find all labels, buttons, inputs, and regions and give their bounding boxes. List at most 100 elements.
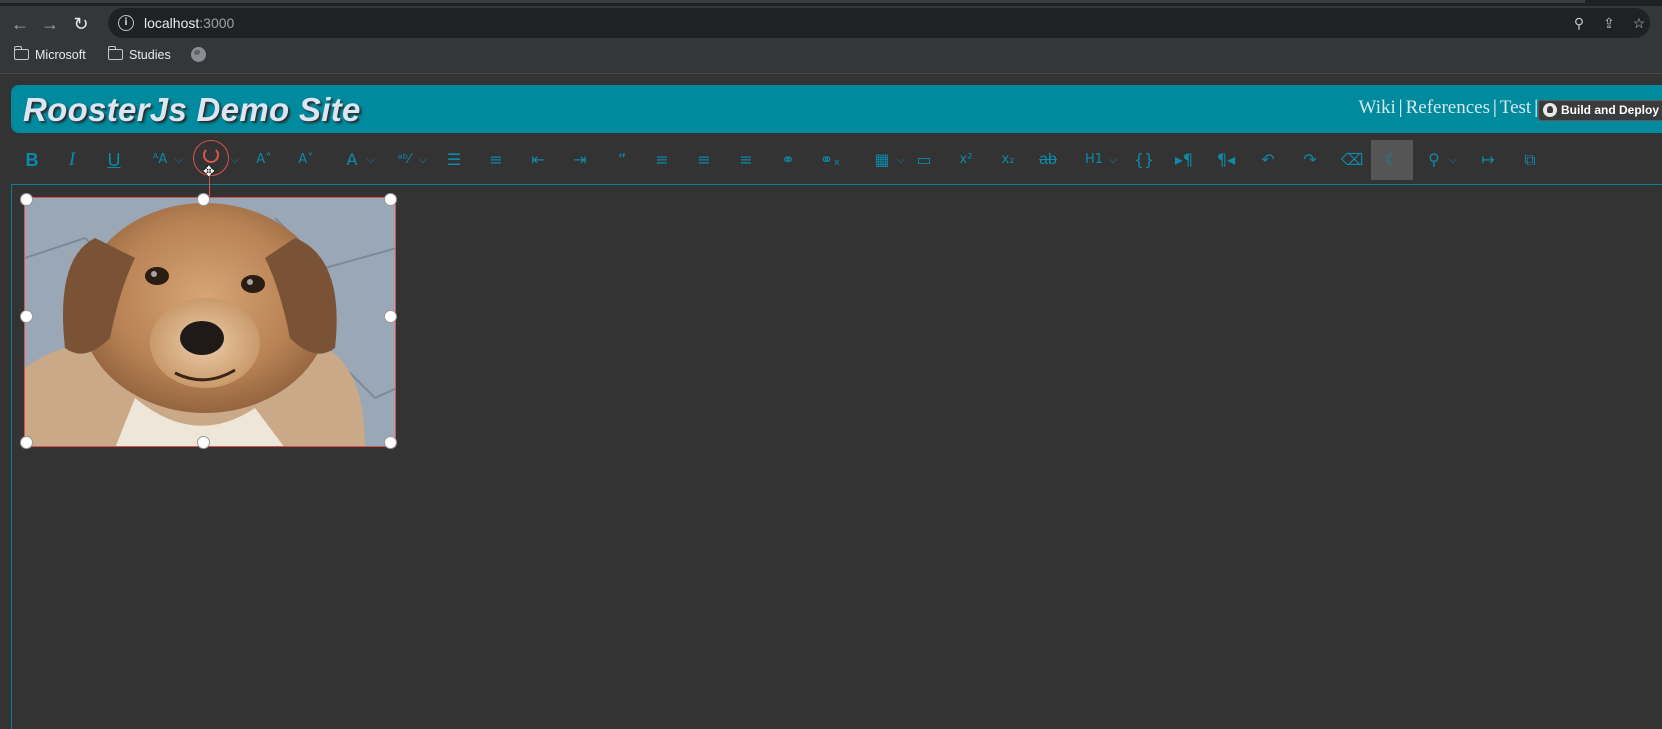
- browser-chrome: ← → ↻ i localhost:3000 ⚲ ⇪ ☆ Microsoft S…: [0, 0, 1662, 74]
- subscript-icon: x₂: [1001, 152, 1015, 167]
- decrease-indent-button[interactable]: ⇤: [517, 140, 559, 180]
- background-color-button[interactable]: ᵃᵇ⁄ ⌵: [379, 140, 429, 180]
- underline-icon: U: [107, 150, 121, 170]
- tab-strip: [0, 0, 1662, 6]
- url-text[interactable]: localhost:3000: [144, 15, 234, 31]
- wiki-link[interactable]: Wiki: [1359, 97, 1396, 118]
- italic-icon: I: [68, 149, 76, 170]
- format-painter-icon: ↦: [1481, 150, 1495, 169]
- decrease-font-size-icon: A˅: [298, 152, 314, 167]
- redo-button[interactable]: ↷: [1289, 140, 1331, 180]
- align-center-icon: ≡: [697, 150, 711, 169]
- bookmark-star-icon[interactable]: ☆: [1630, 14, 1648, 32]
- decrease-font-size-button[interactable]: A˅: [285, 140, 327, 180]
- share-icon[interactable]: ⇪: [1600, 14, 1618, 32]
- code-button[interactable]: {}: [1123, 140, 1165, 180]
- dark-mode-icon: ☾: [1384, 150, 1400, 169]
- title-bar: RoosterJs Demo Site Wiki | References | Test…: [11, 85, 1662, 133]
- info-icon[interactable]: i: [118, 15, 134, 31]
- chevron-down-icon[interactable]: ⌵: [231, 140, 239, 180]
- bold-button[interactable]: B: [11, 140, 53, 180]
- align-left-icon: ≡: [655, 150, 669, 169]
- rtl-button[interactable]: ¶◂: [1205, 140, 1247, 180]
- chevron-down-icon[interactable]: ⌵: [1109, 140, 1117, 180]
- remove-link-button[interactable]: ⚭ₓ: [809, 140, 851, 180]
- insert-image-button[interactable]: ▭: [903, 140, 945, 180]
- italic-button[interactable]: I: [51, 140, 93, 180]
- references-link[interactable]: References: [1406, 97, 1490, 118]
- resize-handle-right[interactable]: [384, 310, 397, 323]
- globe-icon[interactable]: [191, 47, 206, 62]
- zoom-icon: ⚲: [1428, 150, 1440, 169]
- quote-icon: ”: [617, 150, 627, 169]
- numbered-list-button[interactable]: ≡: [475, 140, 517, 180]
- chevron-down-icon[interactable]: ⌵: [367, 140, 375, 180]
- github-icon: [1543, 103, 1557, 117]
- align-center-button[interactable]: ≡: [683, 140, 725, 180]
- zoom-button[interactable]: ⚲ ⌵: [1409, 140, 1459, 180]
- rtl-icon: ¶◂: [1216, 150, 1236, 169]
- move-cursor-icon: ✥: [203, 164, 215, 180]
- increase-font-size-icon: A˄: [256, 152, 272, 167]
- folder-icon: [107, 46, 123, 60]
- folder-icon: [13, 46, 29, 60]
- increase-font-size-button[interactable]: A˄: [243, 140, 285, 180]
- insert-link-icon: ⚭: [781, 150, 795, 169]
- resize-handle-left[interactable]: [20, 310, 33, 323]
- test-link[interactable]: Test: [1500, 97, 1531, 118]
- increase-indent-icon: ⇥: [573, 150, 587, 169]
- popout-button[interactable]: ⧉: [1509, 140, 1551, 180]
- resize-handle-bottom-left[interactable]: [20, 436, 33, 449]
- text-color-icon: A: [346, 150, 358, 169]
- ltr-button[interactable]: ▸¶: [1163, 140, 1205, 180]
- clear-format-button[interactable]: ⌫: [1331, 140, 1373, 180]
- undo-icon: ↶: [1261, 150, 1275, 169]
- build-and-deploy-button[interactable]: Build and Deploy: [1538, 100, 1662, 121]
- chevron-down-icon[interactable]: ⌵: [175, 140, 183, 180]
- strikethrough-button[interactable]: ab: [1027, 140, 1069, 180]
- bullet-list-button[interactable]: ☰: [433, 140, 475, 180]
- dark-mode-button[interactable]: ☾: [1371, 140, 1413, 180]
- font-button[interactable]: ᴬA ⌵: [135, 140, 185, 180]
- chevron-down-icon[interactable]: ⌵: [419, 140, 427, 180]
- align-right-button[interactable]: ≡: [725, 140, 767, 180]
- bookmarks-bar: Microsoft Studies: [0, 42, 1662, 68]
- heading-icon: H1: [1084, 152, 1104, 167]
- font-icon: ᴬA: [152, 152, 168, 167]
- forward-icon[interactable]: →: [38, 12, 62, 36]
- superscript-button[interactable]: x²: [945, 140, 987, 180]
- resize-handle-top-left[interactable]: [20, 193, 33, 206]
- selected-image[interactable]: [24, 197, 396, 447]
- chevron-down-icon[interactable]: ⌵: [1449, 140, 1457, 180]
- site-title: RoosterJs Demo Site: [23, 91, 361, 128]
- format-painter-button[interactable]: ↦: [1467, 140, 1509, 180]
- zoom-icon[interactable]: ⚲: [1570, 14, 1588, 32]
- back-icon[interactable]: ←: [8, 12, 32, 36]
- remove-link-icon: ⚭ₓ: [819, 150, 841, 169]
- underline-button[interactable]: U: [93, 140, 135, 180]
- subscript-button[interactable]: x₂: [987, 140, 1029, 180]
- text-color-button[interactable]: A ⌵: [327, 140, 377, 180]
- resize-handle-bottom-right[interactable]: [384, 436, 397, 449]
- address-bar[interactable]: i localhost:3000 ⚲ ⇪ ☆: [108, 8, 1650, 38]
- reload-icon[interactable]: ↻: [69, 12, 93, 36]
- insert-link-button[interactable]: ⚭: [767, 140, 809, 180]
- increase-indent-button[interactable]: ⇥: [559, 140, 601, 180]
- ribbon-toolbar: B I UᴬA ⌵ ⌵ A˄ A˅ A ⌵ ᵃᵇ⁄ ⌵ ☰ ≡ ⇤ ⇥” ≡ ≡ ≡ ⚭ ⚭ₓ ▦ ⌵ ▭ x² x₂ ab H1 ⌵…: [11, 137, 1662, 183]
- background-color-icon: ᵃᵇ⁄: [397, 152, 411, 167]
- heading-button[interactable]: H1 ⌵: [1069, 140, 1119, 180]
- undo-button[interactable]: ↶: [1247, 140, 1289, 180]
- quote-button[interactable]: ”: [601, 140, 643, 180]
- bookmark-microsoft[interactable]: Microsoft: [13, 46, 86, 64]
- ltr-icon: ▸¶: [1174, 150, 1194, 169]
- resize-handle-top-right[interactable]: [384, 193, 397, 206]
- popout-icon: ⧉: [1524, 150, 1536, 169]
- resize-handle-bottom[interactable]: [197, 436, 210, 449]
- editor-area[interactable]: [11, 184, 1662, 729]
- bookmark-studies[interactable]: Studies: [107, 46, 171, 64]
- align-left-button[interactable]: ≡: [641, 140, 683, 180]
- superscript-icon: x²: [959, 152, 973, 167]
- clear-format-icon: ⌫: [1340, 150, 1364, 169]
- insert-image-icon: ▭: [916, 150, 932, 169]
- insert-table-button[interactable]: ▦ ⌵: [857, 140, 907, 180]
